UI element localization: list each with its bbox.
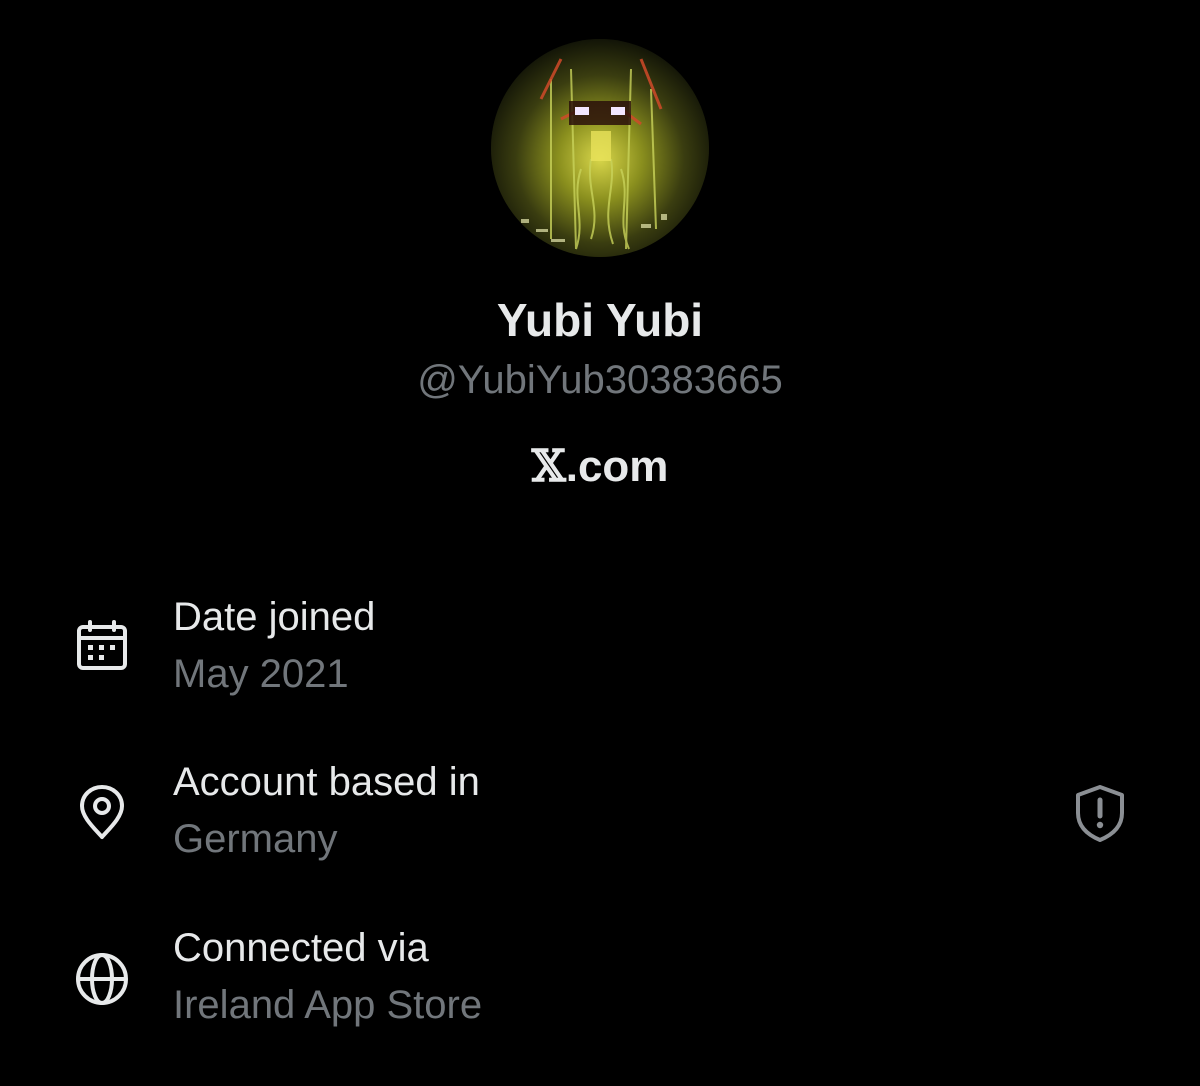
connected-via-label: Connected via: [173, 926, 429, 970]
x-logo: 𝕏: [531, 441, 566, 492]
date-joined-label: Date joined: [173, 595, 376, 639]
date-joined-value: May 2021: [173, 652, 349, 696]
avatar-image: [491, 39, 709, 257]
account-based-in-value: Germany: [173, 817, 338, 861]
user-handle: @YubiYub30383665: [417, 358, 783, 402]
account-info-screen: Yubi Yubi @YubiYub30383665 𝕏.com Date jo…: [0, 0, 1200, 1086]
connected-via-value: Ireland App Store: [173, 983, 483, 1027]
avatar[interactable]: [491, 39, 709, 257]
connected-via-row: Connected via Ireland App Store: [0, 923, 1200, 1043]
location-pin-icon: [72, 783, 132, 843]
calendar-icon: [72, 618, 132, 678]
shield-alert-icon[interactable]: [1072, 783, 1128, 843]
display-name: Yubi Yubi: [496, 294, 704, 346]
globe-icon: [72, 949, 132, 1009]
x-com-label: 𝕏.com: [0, 440, 1200, 494]
date-joined-row: Date joined May 2021: [0, 592, 1200, 712]
account-based-in-row: Account based in Germany: [0, 757, 1200, 877]
brand-domain: .com: [565, 442, 669, 491]
account-based-in-label: Account based in: [173, 760, 480, 804]
